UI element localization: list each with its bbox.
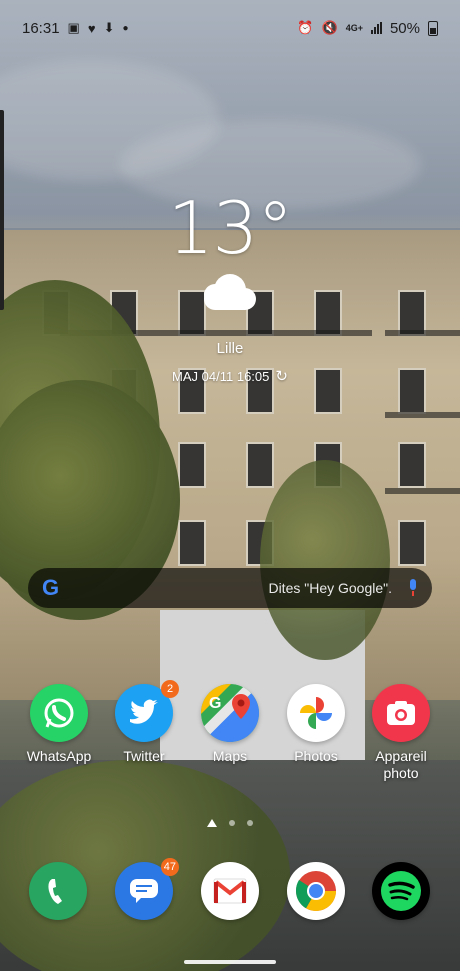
- home-gesture-bar[interactable]: [184, 960, 276, 964]
- status-time: 16:31: [22, 19, 60, 37]
- camera-icon: [372, 684, 430, 742]
- battery-percent: 50%: [389, 19, 420, 37]
- maps-icon: G: [201, 684, 259, 742]
- spotify-icon: [372, 862, 430, 920]
- google-search-bar[interactable]: G Dites "Hey Google".: [28, 568, 432, 608]
- download-icon: ⬇: [103, 20, 115, 35]
- app-label: Twitter: [123, 748, 165, 764]
- app-camera[interactable]: Appareil photo: [358, 684, 444, 782]
- network-type: 4G+: [345, 23, 363, 33]
- microphone-icon[interactable]: [408, 579, 418, 597]
- svg-text:G: G: [209, 695, 221, 712]
- google-logo-icon: G: [42, 575, 60, 600]
- app-photos[interactable]: Photos: [273, 684, 359, 765]
- app-row: WhatsApp 2 Twitter G Maps Photos Apparei…: [0, 680, 460, 784]
- weather-temperature: 13°: [167, 186, 294, 270]
- mute-icon: 🔇: [321, 20, 338, 35]
- alarm-icon: ⏰: [297, 20, 314, 35]
- battery-icon: [428, 20, 438, 36]
- dock-chrome[interactable]: [273, 862, 359, 920]
- photos-icon: [287, 684, 345, 742]
- twitter-badge: 2: [161, 680, 179, 698]
- refresh-icon[interactable]: ↻: [275, 367, 288, 385]
- page-dot: [247, 820, 253, 826]
- app-label: Maps: [212, 748, 248, 764]
- search-hint: Dites "Hey Google".: [268, 580, 392, 596]
- heart-icon: ♥: [87, 20, 96, 36]
- signal-icon: [370, 22, 382, 34]
- app-label: Appareil photo: [375, 748, 427, 781]
- whatsapp-icon: [30, 684, 88, 742]
- gallery-icon: ▣: [67, 20, 80, 35]
- app-twitter[interactable]: 2 Twitter: [101, 680, 187, 765]
- app-maps[interactable]: G Maps: [187, 684, 273, 765]
- home-page-icon: [207, 819, 217, 827]
- page-dot: [229, 820, 235, 826]
- chrome-icon: [287, 862, 345, 920]
- page-indicator[interactable]: [0, 819, 460, 827]
- notification-dot-icon: ●: [122, 22, 129, 34]
- cloud-icon: [196, 272, 264, 312]
- phone-icon: [29, 862, 87, 920]
- dock: 47: [0, 858, 460, 922]
- dock-spotify[interactable]: [358, 862, 444, 920]
- dock-messages[interactable]: 47: [101, 858, 187, 920]
- app-whatsapp[interactable]: WhatsApp: [16, 684, 102, 765]
- gmail-icon: [201, 862, 259, 920]
- twitter-icon: 2: [115, 680, 179, 742]
- status-bar: 16:31 ▣ ♥ ⬇ ● ⏰ 🔇 4G+ 50%: [0, 0, 460, 56]
- messages-badge: 47: [160, 858, 179, 876]
- weather-widget[interactable]: 13° Lille MAJ 04/11 16:05 ↻: [0, 188, 460, 385]
- app-label: Photos: [294, 748, 338, 764]
- dock-gmail[interactable]: [187, 862, 273, 920]
- app-label: WhatsApp: [26, 748, 92, 764]
- messages-icon: 47: [115, 858, 179, 920]
- dock-phone[interactable]: [15, 862, 101, 920]
- weather-updated: MAJ 04/11 16:05: [172, 368, 270, 384]
- weather-city: Lille: [216, 340, 244, 357]
- weather-updated-row: MAJ 04/11 16:05 ↻: [0, 367, 460, 385]
- home-screen: 16:31 ▣ ♥ ⬇ ● ⏰ 🔇 4G+ 50% 13° Lille MAJ …: [0, 0, 460, 971]
